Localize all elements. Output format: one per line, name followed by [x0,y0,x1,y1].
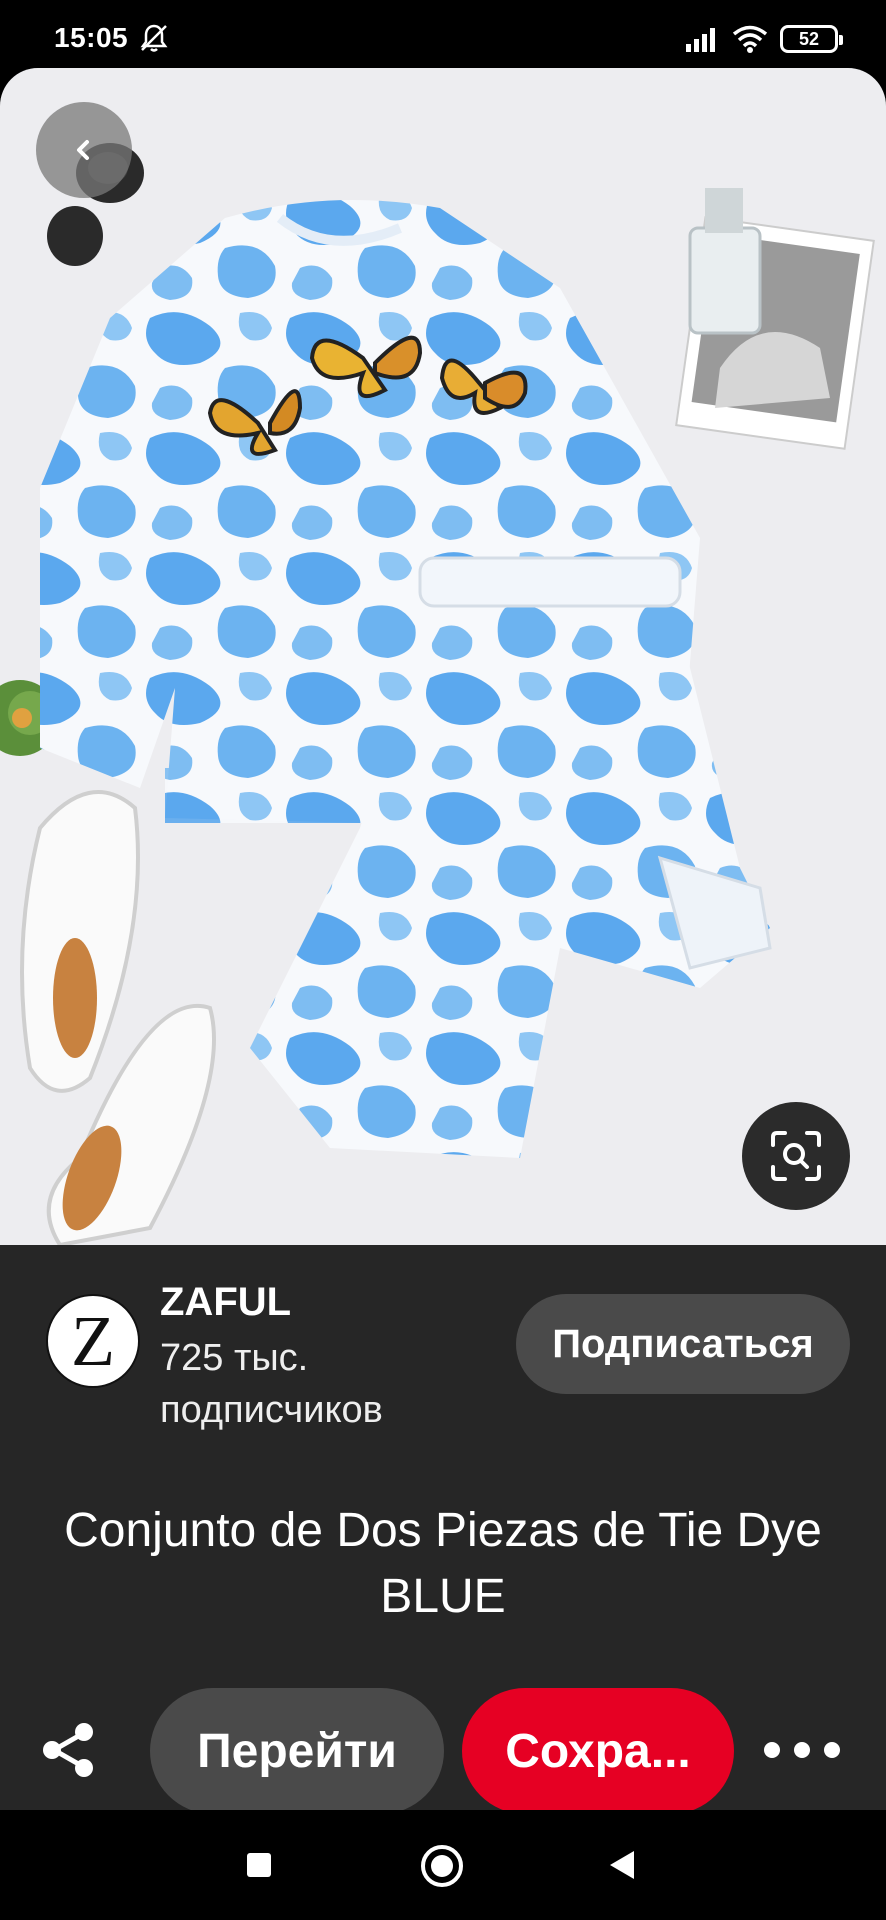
more-options-icon[interactable] [764,1720,840,1780]
system-nav-bar [0,1810,886,1920]
tie-dye-outfit-image [0,143,875,1245]
visit-button[interactable]: Перейти [150,1688,444,1810]
visual-search-button[interactable] [742,1102,850,1210]
signal-icon [686,28,715,52]
system-back-button[interactable] [610,1851,634,1879]
wifi-icon [732,25,768,53]
mute-icon [140,24,168,52]
battery-icon: 52 [780,25,843,53]
battery-level: 52 [798,28,820,49]
follow-button[interactable]: Подписаться [516,1294,850,1394]
status-bar: 15:05 52 [0,0,886,70]
back-button[interactable] [36,102,132,198]
status-time: 15:05 [54,22,129,53]
status-icons: 52 [686,24,843,54]
pin-image[interactable] [0,68,886,1245]
follower-count: 725 тыс. подписчиков [160,1337,383,1431]
share-icon[interactable] [36,1718,100,1782]
creator-name[interactable]: ZAFUL [160,1280,291,1325]
dot [824,1742,840,1758]
pin-title: Conjunto de Dos Piezas de Tie Dye BLUE [64,1504,862,1623]
recents-button[interactable] [247,1853,271,1877]
perfume-and-photo [675,188,875,450]
home-button[interactable] [421,1845,463,1887]
dot [794,1742,810,1758]
chevron-left-icon [77,140,89,160]
pin-card: Z ZAFUL 725 тыс. подписчиков Подписаться… [0,68,886,1810]
visual-search-icon [771,1131,821,1181]
sneakers [20,790,216,1245]
creator-row: Z ZAFUL 725 тыс. подписчиков Подписаться [46,1280,850,1431]
dot [764,1742,780,1758]
creator-avatar[interactable]: Z [46,1294,140,1388]
avatar-logo: Z [71,1301,115,1381]
save-button[interactable]: Сохра... [462,1688,734,1810]
